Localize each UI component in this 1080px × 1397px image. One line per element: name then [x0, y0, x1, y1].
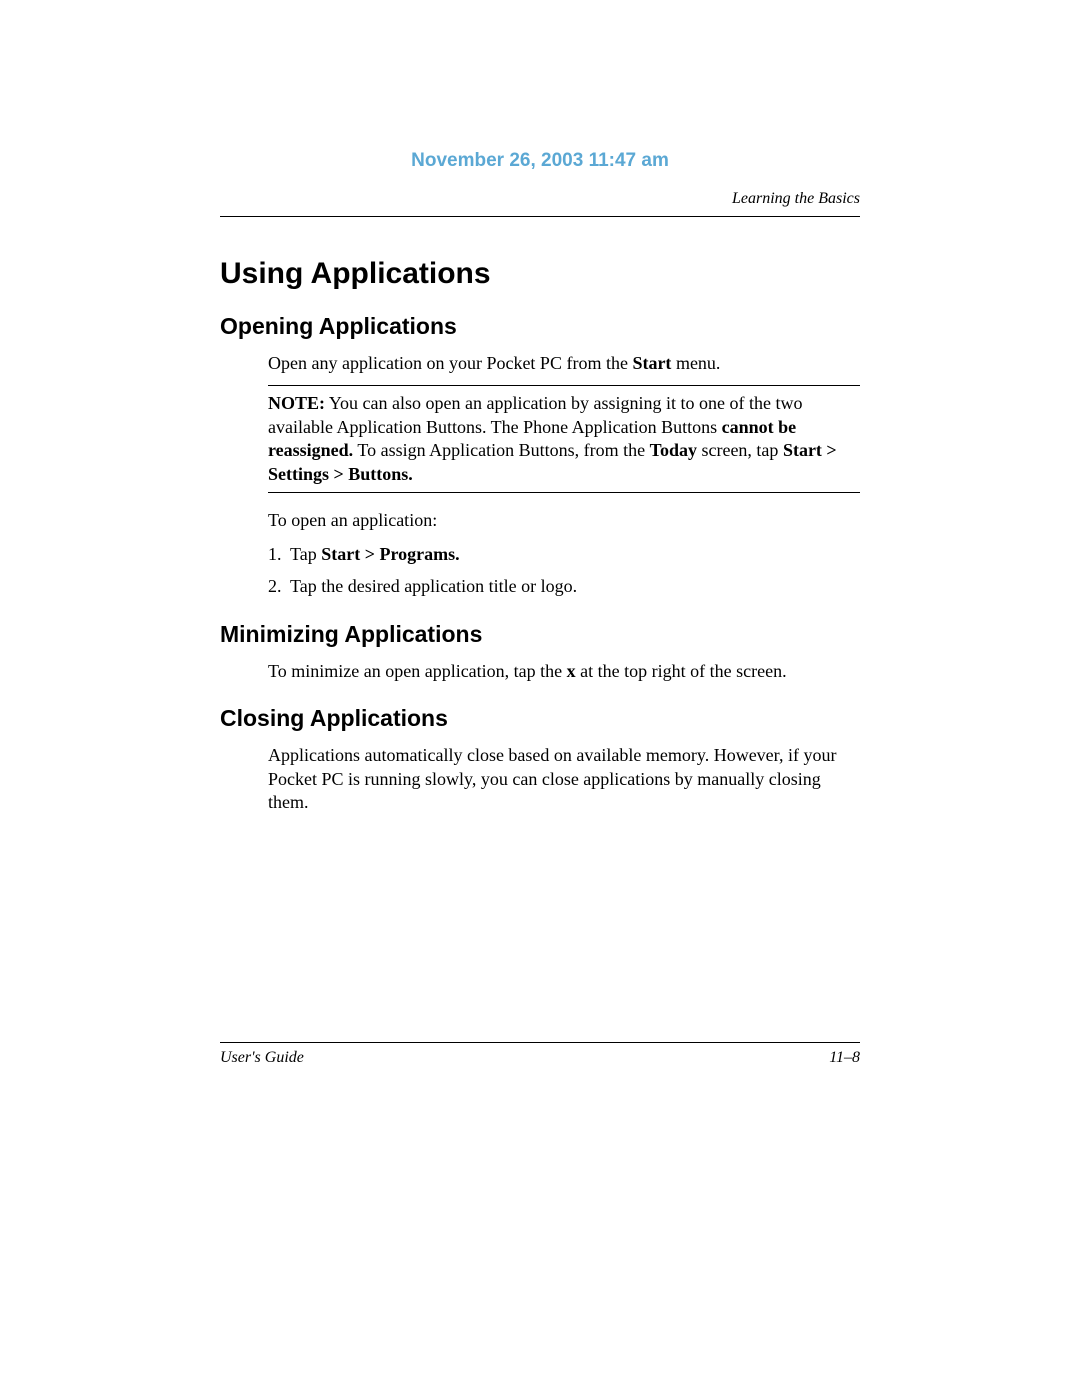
text-segment: Tap	[290, 544, 321, 564]
bold-today: Today	[650, 440, 697, 460]
bold-start: Start	[632, 353, 671, 373]
ordered-list: 1. Tap Start > Programs. 2. Tap the desi…	[268, 542, 860, 598]
date-header: November 26, 2003 11:47 am	[220, 150, 860, 172]
list-item: 1. Tap Start > Programs.	[268, 542, 860, 567]
text-segment: screen, tap	[697, 440, 783, 460]
heading-minimizing-applications: Minimizing Applications	[220, 621, 860, 648]
footer-row: User's Guide 11–8	[220, 1049, 860, 1067]
page-footer: User's Guide 11–8	[220, 1042, 860, 1067]
page-title: Using Applications	[220, 257, 860, 291]
list-number: 1.	[268, 542, 290, 567]
heading-opening-applications: Opening Applications	[220, 313, 860, 340]
text-segment: at the top right of the screen.	[576, 661, 787, 681]
opening-intro: Open any application on your Pocket PC f…	[268, 352, 860, 375]
section-label: Learning the Basics	[220, 190, 860, 208]
text-segment: To assign Application Buttons, from the	[353, 440, 649, 460]
note-label: NOTE:	[268, 393, 325, 413]
footer-left: User's Guide	[220, 1049, 304, 1067]
bold-start-programs: Start > Programs.	[321, 544, 459, 564]
list-text: Tap the desired application title or log…	[290, 574, 577, 599]
heading-closing-applications: Closing Applications	[220, 705, 860, 732]
closing-text: Applications automatically close based o…	[268, 744, 860, 814]
top-rule	[220, 216, 860, 217]
list-item: 2. Tap the desired application title or …	[268, 574, 860, 599]
bold-x: x	[567, 661, 576, 681]
text-segment: To minimize an open application, tap the	[268, 661, 567, 681]
list-number: 2.	[268, 574, 290, 599]
document-page: November 26, 2003 11:47 am Learning the …	[0, 0, 1080, 1397]
minimizing-text: To minimize an open application, tap the…	[268, 660, 860, 683]
list-text: Tap Start > Programs.	[290, 542, 460, 567]
opening-lead: To open an application:	[268, 509, 860, 532]
text-segment: Open any application on your Pocket PC f…	[268, 353, 632, 373]
bottom-rule	[220, 1042, 860, 1043]
note-box: NOTE: You can also open an application b…	[268, 385, 860, 493]
footer-right: 11–8	[829, 1049, 860, 1067]
text-segment: menu.	[671, 353, 720, 373]
